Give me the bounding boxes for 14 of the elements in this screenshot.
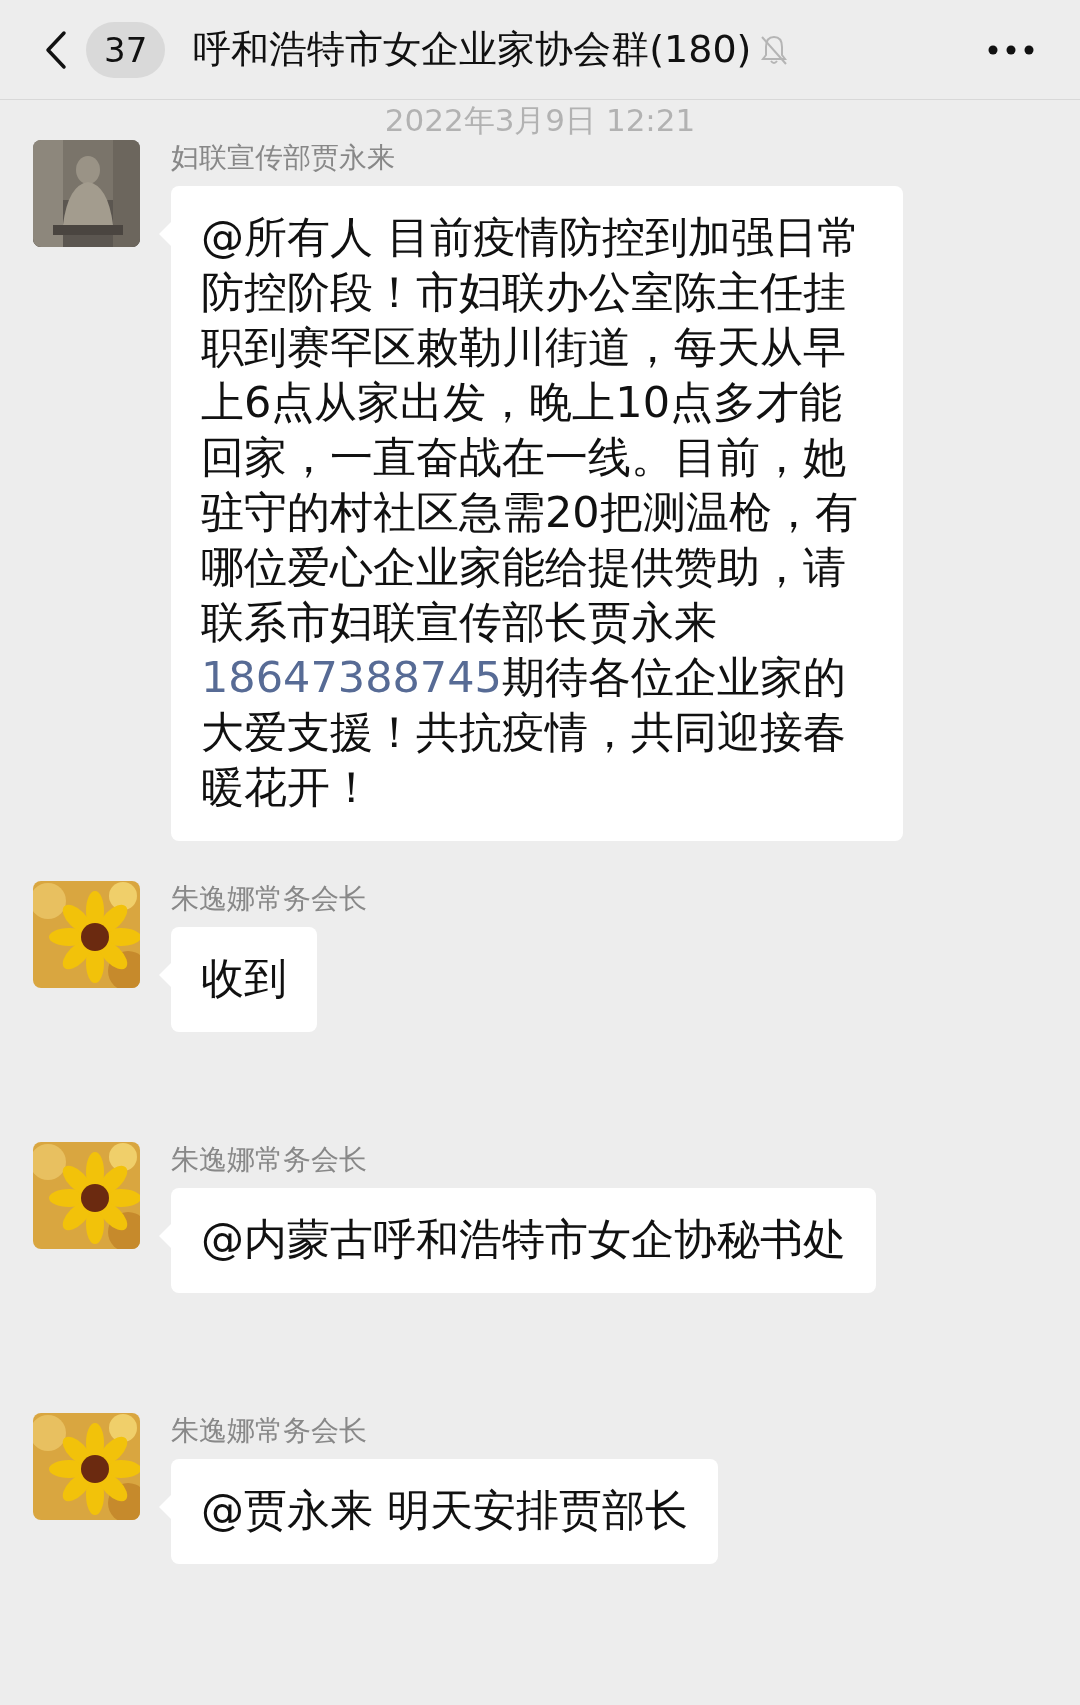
message-bubble: @贾永来 明天安排贾部长 [171, 1459, 718, 1564]
phone-link[interactable]: 18647388745 [201, 652, 502, 702]
sender-name: 朱逸娜常务会长 [171, 1142, 368, 1178]
sender-name: 妇联宣传部贾永来 [171, 140, 396, 176]
chat-title: 呼和浩特市女企业家协会群(180) [193, 26, 752, 73]
sender-name: 朱逸娜常务会长 [171, 881, 367, 917]
back-icon[interactable] [44, 29, 68, 70]
sender-name: 朱逸娜常务会长 [171, 1413, 368, 1449]
unread-count[interactable]: 37 [86, 21, 166, 78]
message-bubble: @所有人 目前疫情防控到加强日常防控阶段！市妇联办公室陈主任挂职到赛罕区敕勒川街道，每天从早上6点从家出发，晚上10点多才能回家，一直奋战在一线。目前，她驻守的村社区急需20把测温枪，有哪位爱心企业家能给提供赞助，请联系市妇联宣传部长贾永来 18647388745期待各位企业家的大爱支援！共抗疫情，共同迎接春暖花开！ [171, 186, 903, 841]
more-icon[interactable] [988, 44, 1034, 55]
timestamp: 2022年3月9日 12:21 [383, 101, 697, 140]
message-bubble: 收到 [171, 927, 317, 1032]
message-bubble: @内蒙古呼和浩特市女企协秘书处 [171, 1188, 876, 1293]
